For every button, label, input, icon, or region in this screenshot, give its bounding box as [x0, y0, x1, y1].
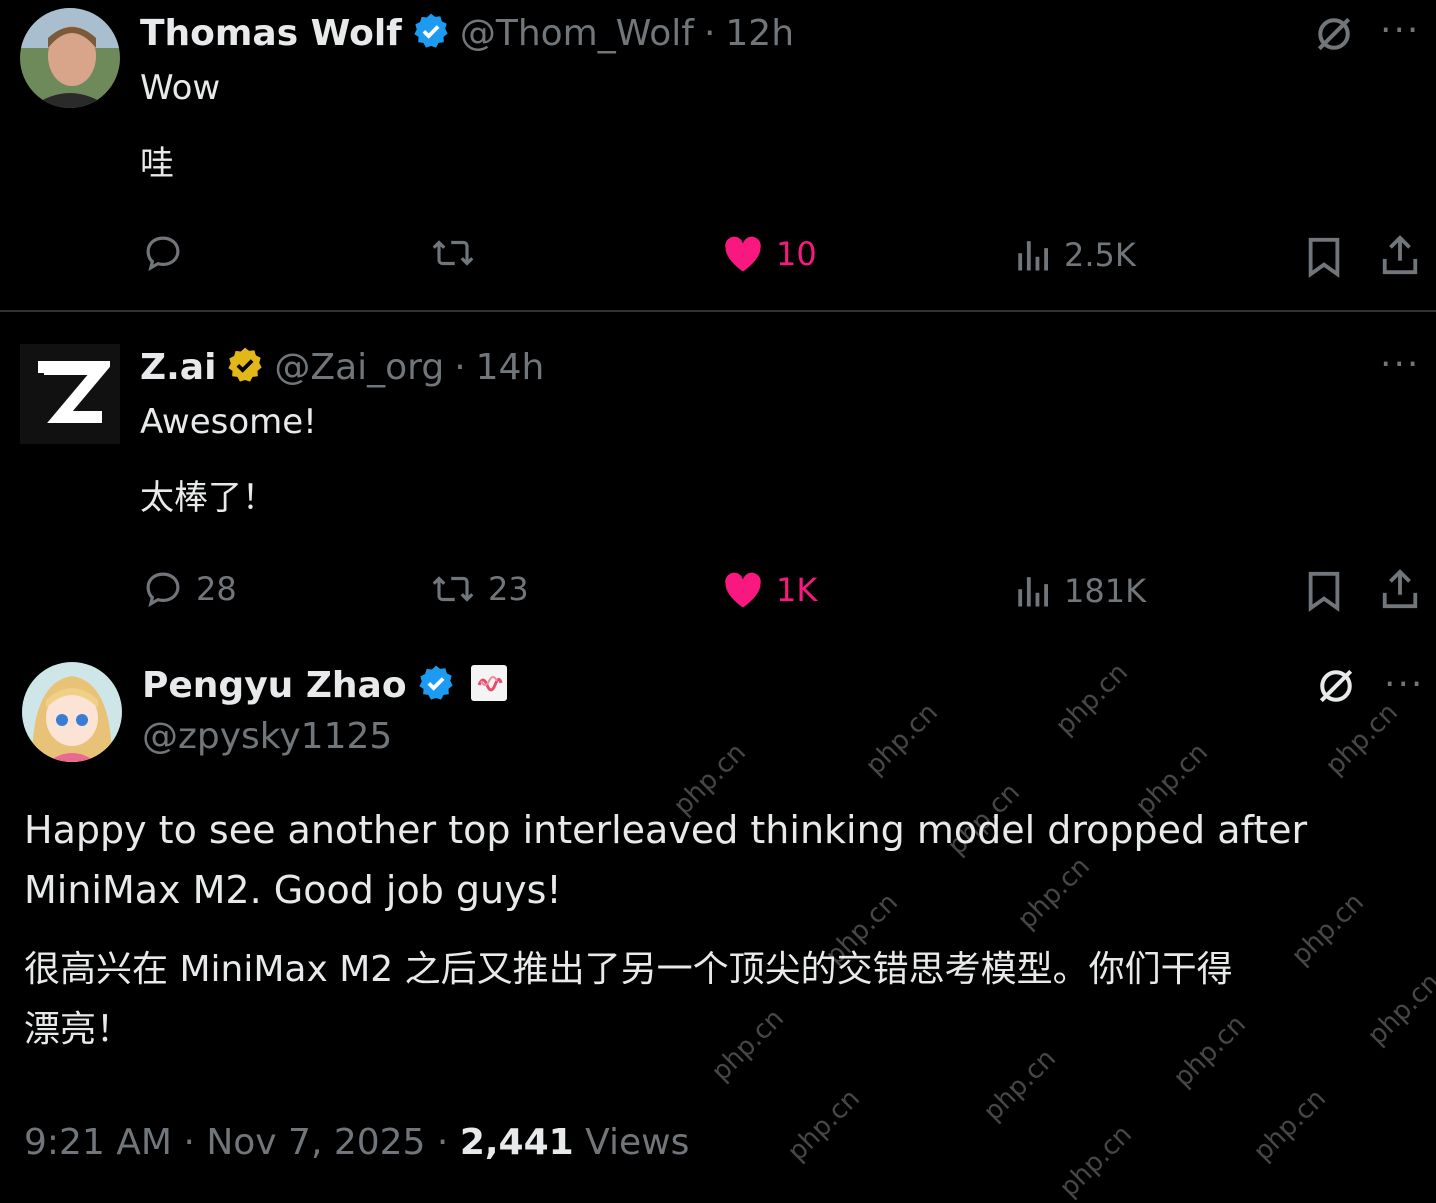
heart-icon	[725, 572, 761, 608]
reply-icon	[146, 572, 180, 608]
more-icon[interactable]: ···	[1380, 10, 1420, 51]
views-button[interactable]: 2.5K	[1016, 236, 1136, 274]
retweet-icon	[432, 240, 474, 266]
separator: ·	[454, 346, 466, 388]
views-icon	[1018, 241, 1048, 271]
retweet-button[interactable]	[430, 232, 488, 274]
like-count: 1K	[776, 571, 818, 609]
avatar[interactable]	[22, 662, 122, 762]
tweet-meta-footer: 9:21 AM · Nov 7, 2025 · 2,441 Views	[24, 1122, 690, 1163]
avatar[interactable]	[20, 344, 120, 444]
views-button[interactable]: 181K	[1016, 572, 1146, 610]
timestamp[interactable]: 14h	[476, 347, 545, 388]
reply-icon	[146, 236, 180, 272]
verified-icon	[412, 12, 450, 54]
tweet-text-en: Happy to see another top interleaved thi…	[24, 808, 1308, 912]
reply-count: 28	[196, 570, 237, 608]
more-icon[interactable]: ···	[1384, 664, 1424, 705]
separator: ·	[703, 12, 716, 54]
watermark: php.cn	[1362, 967, 1436, 1052]
post-time[interactable]: 9:21 AM	[24, 1122, 172, 1163]
watermark: php.cn	[1248, 1083, 1332, 1168]
like-button[interactable]: 10	[722, 234, 817, 274]
tweet-text-zh: 哇	[140, 144, 174, 184]
handle[interactable]: @Zai_org	[274, 347, 444, 388]
views-label: Views	[585, 1122, 690, 1163]
like-button[interactable]: 1K	[722, 570, 817, 610]
grok-icon[interactable]	[1312, 12, 1356, 60]
view-count: 2.5K	[1064, 236, 1136, 274]
reply-button[interactable]: 28	[142, 568, 237, 610]
reply-button[interactable]	[142, 232, 196, 274]
views-count: 2,441	[459, 1122, 574, 1163]
watermark: php.cn	[782, 1083, 866, 1168]
verified-icon	[417, 664, 455, 706]
watermark: php.cn	[1050, 657, 1134, 742]
display-name[interactable]: Pengyu Zhao	[142, 665, 407, 706]
affiliate-badge-icon[interactable]	[470, 665, 507, 705]
views-icon	[1018, 577, 1048, 607]
verified-icon	[226, 346, 264, 388]
tweet-text-en: Wow	[140, 68, 221, 108]
tweet-text-zh: 太棒了！	[140, 478, 276, 518]
watermark: php.cn	[860, 697, 944, 782]
display-name[interactable]: Z.ai	[140, 347, 216, 388]
post-date[interactable]: Nov 7, 2025	[206, 1122, 425, 1163]
avatar[interactable]	[20, 8, 120, 108]
tweet-text-zh: 很高兴在 MiniMax M2 之后又推出了另一个顶尖的交错思考模型。你们干得 …	[24, 949, 1233, 1050]
retweet-count: 23	[488, 570, 529, 608]
display-name[interactable]: Thomas Wolf	[140, 13, 402, 54]
grok-icon[interactable]	[1314, 664, 1358, 712]
handle[interactable]: @zpysky1125	[142, 716, 392, 757]
share-icon[interactable]	[1380, 568, 1420, 614]
tweet-divider	[0, 310, 1436, 312]
view-count: 181K	[1064, 572, 1147, 610]
bookmark-icon[interactable]	[1306, 570, 1342, 616]
heart-icon	[725, 236, 761, 272]
share-icon[interactable]	[1380, 234, 1420, 280]
like-count: 10	[776, 235, 817, 273]
handle[interactable]: @Thom_Wolf	[460, 13, 694, 54]
bookmark-icon[interactable]	[1306, 236, 1342, 282]
retweet-button[interactable]: 23	[430, 568, 529, 610]
timestamp[interactable]: 12h	[725, 13, 794, 54]
tweet-text-en: Awesome!	[140, 402, 317, 442]
retweet-icon	[432, 576, 474, 602]
watermark: php.cn	[1054, 1119, 1138, 1203]
more-icon[interactable]: ···	[1380, 344, 1420, 385]
